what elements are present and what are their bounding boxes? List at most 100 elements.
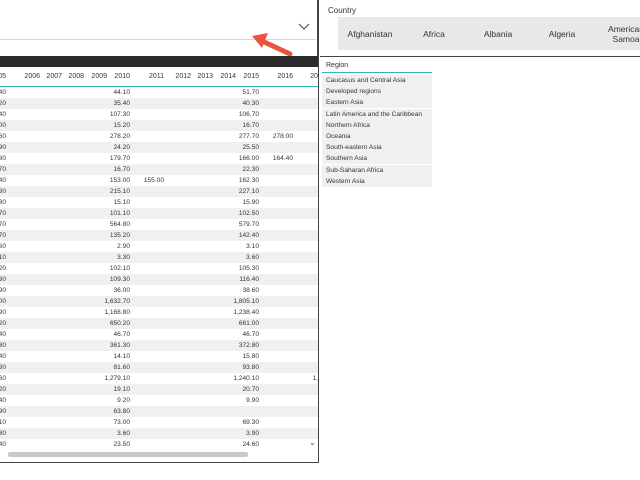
country-tile[interactable]: Albania	[466, 17, 530, 50]
table-row: 22.40 23.50 24.60	[0, 439, 318, 449]
region-item[interactable]: South-eastern Asia	[322, 142, 432, 154]
column-header[interactable]: 2016	[277, 73, 293, 80]
table-cell: 3.60	[246, 254, 259, 261]
table-cell: 31.20	[0, 100, 6, 107]
region-item[interactable]: Southern Asia	[322, 153, 432, 165]
table-cell: 23.50	[113, 441, 130, 448]
table-cell: 106.70	[238, 111, 259, 118]
table-cell: 1,238.40	[233, 309, 259, 316]
region-item[interactable]: Eastern Asia	[322, 97, 432, 109]
table-cell: 116.40	[239, 276, 259, 283]
table-cell: 04.70	[0, 210, 6, 217]
table-row: 00.20 102.10 105.30	[0, 263, 318, 274]
table-cell: 15.70	[0, 166, 6, 173]
table-cell: 277.70	[238, 133, 259, 140]
column-header[interactable]: 2015	[243, 73, 259, 80]
column-header[interactable]: 2013	[197, 73, 213, 80]
scroll-down-icon[interactable]: ⌄	[309, 438, 316, 447]
table-cell: 1,632.70	[104, 298, 130, 305]
table-cell: 278.00	[272, 133, 293, 140]
table-cell: 215.10	[109, 188, 130, 195]
table-cell: 15.80	[242, 353, 259, 360]
table-row: 02.60 1,279.10 1,240.10 1,	[0, 373, 318, 384]
region-item[interactable]: Western Asia	[322, 175, 432, 187]
column-header[interactable]: 2007	[46, 73, 62, 80]
column-header[interactable]: 2009	[91, 73, 107, 80]
table-row: 8.40 9.20 9.90	[0, 395, 318, 406]
table-cell: 109.30	[109, 276, 130, 283]
table-cell: 16.70	[242, 122, 259, 129]
column-header[interactable]: 2014	[220, 73, 236, 80]
table-cell: 9.20	[117, 397, 130, 404]
table-cell: 164.40	[272, 155, 293, 162]
table-cell: 1,240.10	[233, 375, 259, 382]
country-tile[interactable]: Afghanistan	[338, 17, 402, 50]
table-cell: 43.90	[0, 408, 6, 415]
country-tile[interactable]: Africa	[402, 17, 466, 50]
column-header[interactable]: 05	[0, 73, 6, 80]
region-item[interactable]: Developed regions	[322, 86, 432, 98]
column-header[interactable]: 2012	[175, 73, 191, 80]
column-header[interactable]: 2010	[114, 73, 130, 80]
table-row: 70.00 1,632.70 1,805.10	[0, 296, 318, 307]
region-item[interactable]: Latin America and the Caribbean	[322, 108, 432, 120]
table-row: 74.10 73.00 69.30	[0, 417, 318, 428]
table-row: 70.80 81.60 93.80	[0, 362, 318, 373]
table-cell: 1,805.10	[233, 298, 259, 305]
table-cell: 9.90	[246, 397, 259, 404]
table-row: 43.90 63.80	[0, 406, 318, 417]
table-cell: 70.00	[0, 298, 6, 305]
region-item[interactable]: Northern Africa	[322, 119, 432, 131]
table-row: 12.40 107.30 106.70	[0, 109, 318, 120]
table-row: 01.90 1,168.80 1,238.40	[0, 307, 318, 318]
table-cell: 22.30	[242, 166, 259, 173]
table-row: 31.20 35.40 40.30	[0, 98, 318, 109]
red-arrow-annotation-icon	[252, 33, 293, 57]
country-tile[interactable]: American Samoa	[594, 17, 640, 50]
table-row: 2.60 2.90 3.10	[0, 241, 318, 252]
table-cell: 55.70	[0, 221, 6, 228]
field-dropdown-panel	[0, 0, 319, 57]
table-cell: 372.80	[238, 342, 259, 349]
divider	[317, 0, 318, 56]
region-item[interactable]: Sub-Saharan Africa	[322, 164, 432, 176]
table-cell: 81.60	[113, 364, 130, 371]
chevron-down-icon[interactable]	[298, 22, 310, 32]
table-cell: 155.00	[143, 177, 164, 184]
table-row: 12.40 14.10 15.80	[0, 351, 318, 362]
column-header[interactable]: 2011	[149, 73, 164, 80]
table-row: 3.30 3.60 3.90	[0, 428, 318, 439]
table-cell: 40.40	[0, 177, 6, 184]
table-cell: 24.20	[113, 144, 130, 151]
table-cell: 37.20	[0, 320, 6, 327]
table-cell: 27.70	[0, 232, 6, 239]
table-body: 38.40 44.10 51.70 31.20 35.40 40.30 12.40 107.3…	[0, 87, 318, 449]
table-cell: 00.20	[0, 265, 6, 272]
table-cell: 32.90	[0, 287, 6, 294]
table-cell: 3.10	[246, 243, 259, 250]
table-cell: 46.70	[113, 331, 130, 338]
table-cell: 20.70	[242, 386, 259, 393]
table-cell: 101.10	[109, 210, 130, 217]
country-tile[interactable]: Algeria	[530, 17, 594, 50]
column-header[interactable]: 2008	[68, 73, 84, 80]
table-row: 02.80 215.10 227.10	[0, 186, 318, 197]
region-item[interactable]: Oceania	[322, 131, 432, 142]
table-cell: 47.40	[0, 331, 6, 338]
table-row: 48.30 361.30 372.80	[0, 340, 318, 351]
country-slicer-title: Country	[328, 6, 357, 15]
table-cell: 02.80	[0, 188, 6, 195]
table-cell: 3.60	[117, 430, 130, 437]
table-cell: 2.60	[0, 243, 6, 250]
region-item[interactable]: Caucasus and Central Asia	[322, 75, 432, 86]
table-cell: 166.00	[238, 155, 259, 162]
table-cell: 1,279.10	[104, 375, 130, 382]
column-header[interactable]: 2006	[24, 73, 40, 80]
table-cell: 564.80	[109, 221, 130, 228]
table-cell: 105.30	[238, 265, 259, 272]
table-cell: 25.50	[242, 144, 259, 151]
horizontal-scrollbar[interactable]	[8, 452, 248, 457]
table-cell: 40.30	[242, 100, 259, 107]
data-table-panel: 05 2006 2007 2008 2009 2010 2011 2012 2013 2014 20…	[0, 56, 319, 463]
column-header[interactable]: 20	[310, 73, 318, 80]
